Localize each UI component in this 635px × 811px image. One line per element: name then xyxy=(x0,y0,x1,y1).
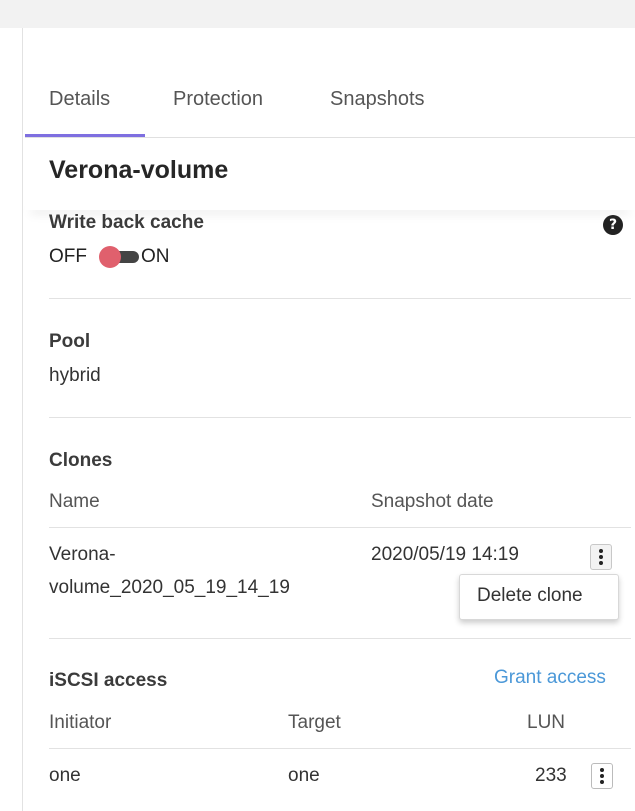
pool-value: hybrid xyxy=(49,365,101,386)
iscsi-header-divider xyxy=(49,748,631,749)
pool-label: Pool xyxy=(49,331,91,352)
top-bar xyxy=(0,0,635,28)
clone-snapshot-date: 2020/05/19 14:19 xyxy=(371,544,519,565)
active-tab-indicator xyxy=(25,134,145,137)
clones-header-divider xyxy=(49,527,631,528)
switch-knob xyxy=(99,246,121,268)
divider xyxy=(49,417,631,418)
clones-label: Clones xyxy=(49,450,113,471)
toggle-on-label: ON xyxy=(141,246,170,267)
clone-context-menu: Delete clone xyxy=(459,574,619,620)
clone-name-line1: Verona- xyxy=(49,544,116,565)
header-shadow xyxy=(25,196,635,210)
kebab-dot xyxy=(600,768,604,772)
clones-col-name: Name xyxy=(49,491,100,512)
iscsi-initiator: one xyxy=(49,765,81,786)
iscsi-access-label: iSCSI access xyxy=(49,670,168,691)
delete-clone-menu-item[interactable]: Delete clone xyxy=(477,585,583,607)
divider xyxy=(49,298,631,299)
kebab-dot xyxy=(600,780,604,784)
iscsi-row-menu-button[interactable] xyxy=(591,763,613,789)
kebab-dot xyxy=(599,549,603,553)
tab-protection[interactable]: Protection xyxy=(173,88,263,111)
iscsi-col-target: Target xyxy=(288,712,341,733)
write-back-cache-switch[interactable] xyxy=(99,246,141,268)
iscsi-lun: 233 xyxy=(535,765,567,786)
question-circle-icon[interactable]: ? xyxy=(603,215,623,235)
grant-access-link[interactable]: Grant access xyxy=(494,667,606,689)
kebab-dot xyxy=(599,555,603,559)
clone-row-menu-button[interactable] xyxy=(590,544,612,570)
kebab-dot xyxy=(599,561,603,565)
divider xyxy=(49,638,631,639)
write-back-cache-label: Write back cache xyxy=(49,212,204,233)
volume-title: Verona-volume xyxy=(49,156,229,184)
iscsi-col-lun: LUN xyxy=(527,712,566,733)
kebab-dot xyxy=(600,774,604,778)
left-border xyxy=(22,28,23,811)
tab-snapshots[interactable]: Snapshots xyxy=(330,88,425,111)
iscsi-target: one xyxy=(288,765,320,786)
iscsi-col-initiator: Initiator xyxy=(49,712,112,733)
clone-name-line2: volume_2020_05_19_14_19 xyxy=(49,577,290,598)
tab-bar: Details Protection Snapshots xyxy=(25,70,635,138)
tab-details[interactable]: Details xyxy=(49,88,110,111)
clones-col-snapshot-date: Snapshot date xyxy=(371,491,494,512)
toggle-off-label: OFF xyxy=(49,246,87,267)
